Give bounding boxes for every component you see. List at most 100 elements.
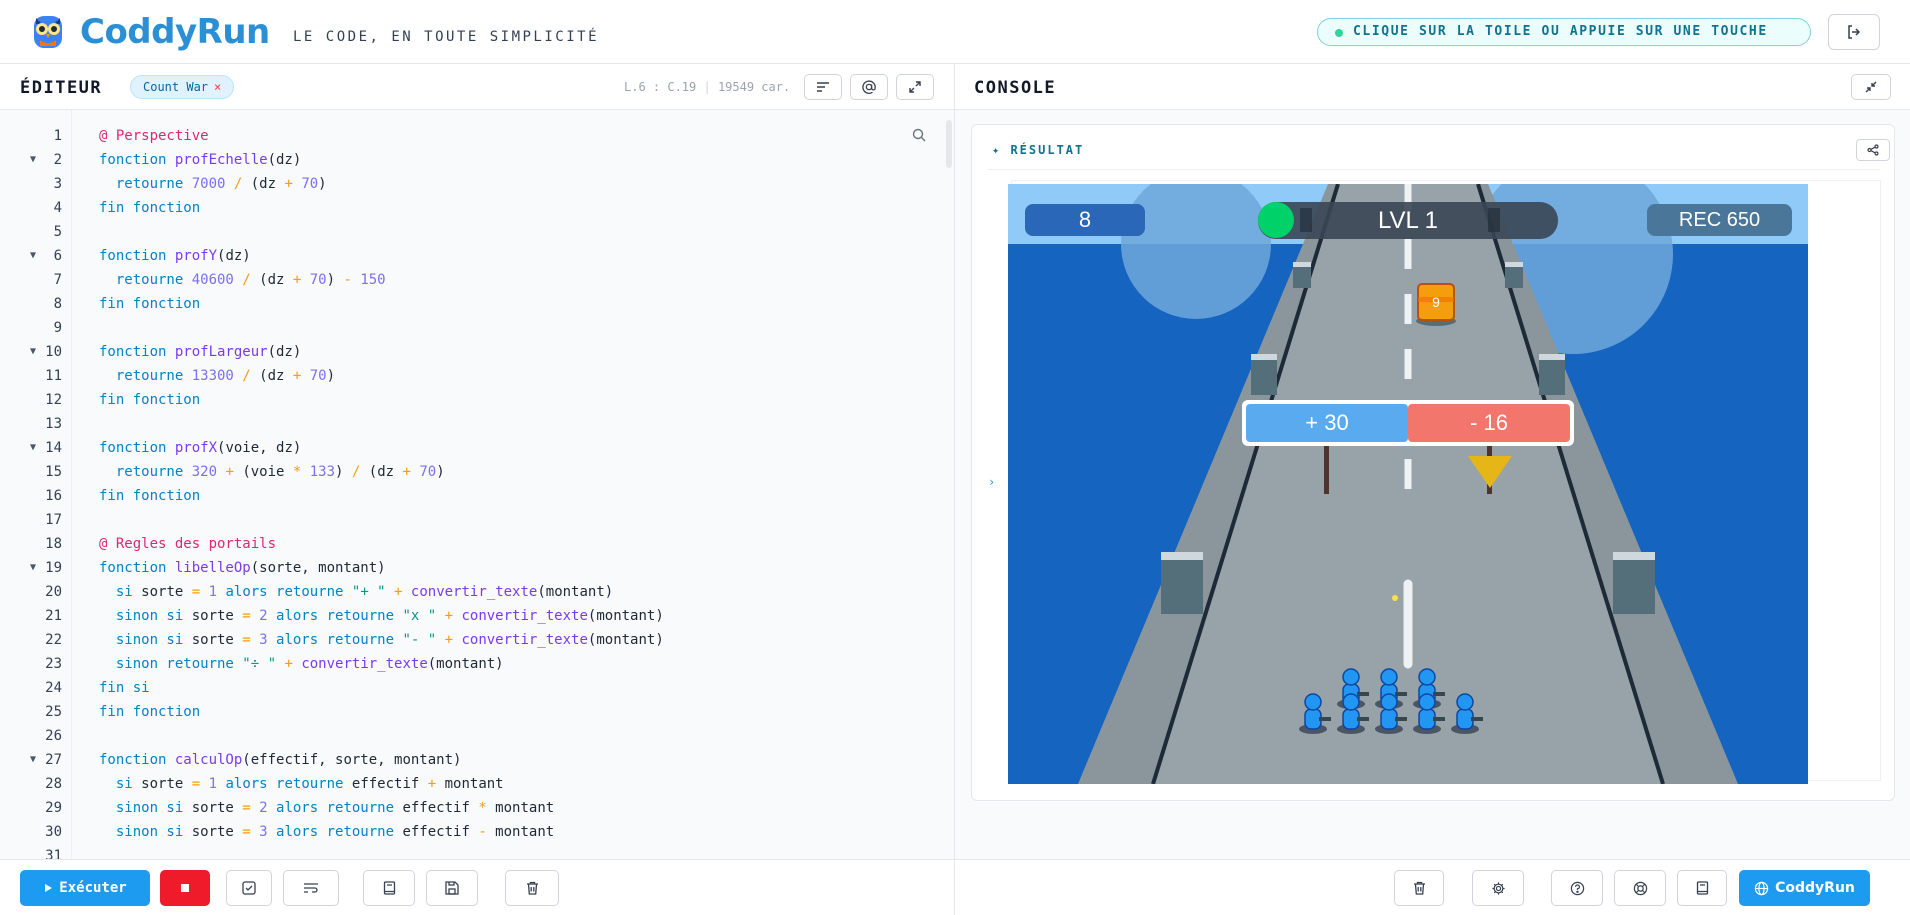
code-line[interactable]: fin fonction <box>99 388 200 412</box>
line-number: 12 <box>45 392 62 408</box>
code-line[interactable]: fonction profLargeur(dz) <box>99 340 301 364</box>
fold-toggle-icon[interactable]: ▼ <box>30 148 36 172</box>
line-number: 21 <box>45 608 62 624</box>
code-token: 7000 <box>191 176 226 192</box>
code-token: alors retourne <box>267 632 403 648</box>
code-line[interactable]: retourne 13300 / (dz + 70) <box>99 364 335 388</box>
logout-button[interactable] <box>1828 14 1880 50</box>
logout-icon <box>1848 25 1861 39</box>
code-line[interactable]: fin fonction <box>99 700 200 724</box>
result-label: ✦ RÉSULTAT <box>992 143 1085 157</box>
clear-console-button[interactable] <box>1394 870 1444 906</box>
code-token: ) <box>335 464 352 480</box>
code-token: retourne <box>115 272 192 288</box>
docs-button[interactable] <box>363 870 415 906</box>
code-token: 1 <box>208 776 218 792</box>
line-number: 3 <box>53 176 62 192</box>
file-tab[interactable]: Count War × <box>130 75 235 99</box>
code-line[interactable]: fin fonction <box>99 196 200 220</box>
code-token: "x " <box>402 608 437 624</box>
code-token: sinon si <box>115 608 192 624</box>
wrap-button[interactable] <box>283 870 339 906</box>
fold-toggle-icon[interactable]: ▼ <box>30 556 36 580</box>
app-header: CoddyRun LE CODE, EN TOUTE SIMPLICITÉ CL… <box>0 0 1910 64</box>
code-token: (dz) <box>217 248 251 264</box>
save-button[interactable] <box>426 870 478 906</box>
code-token: fonction <box>99 344 175 360</box>
editor-scrollbar[interactable] <box>946 120 952 168</box>
code-line[interactable]: sinon si sorte = 3 alors retourne "- " +… <box>99 628 664 652</box>
book-icon <box>383 881 395 895</box>
code-line[interactable]: fin si <box>99 676 150 700</box>
gate-plus-label: + 30 <box>1305 410 1349 435</box>
code-line[interactable]: sinon retourne "÷ " + convertir_texte(mo… <box>99 652 504 676</box>
code-token: + <box>217 464 243 480</box>
code-line[interactable]: fonction profEchelle(dz) <box>99 148 301 172</box>
line-number: 23 <box>45 656 62 672</box>
stop-button[interactable] <box>160 870 210 906</box>
fold-toggle-icon[interactable]: ▼ <box>30 244 36 268</box>
code-line[interactable]: si sorte = 1 alors retourne "+ " + conve… <box>99 580 613 604</box>
run-button[interactable]: Exécuter <box>20 870 150 906</box>
search-icon[interactable] <box>912 128 926 142</box>
code-line[interactable]: retourne 7000 / (dz + 70) <box>99 172 327 196</box>
share-button[interactable] <box>1856 139 1890 161</box>
code-token: retourne <box>115 176 192 192</box>
check-button[interactable] <box>226 870 272 906</box>
code-token: convertir_texte <box>461 632 588 648</box>
code-line[interactable]: fonction libelleOp(sorte, montant) <box>99 556 386 580</box>
close-icon[interactable]: × <box>214 80 221 94</box>
code-line[interactable]: sinon si sorte = 3 alors retourne effect… <box>99 820 554 844</box>
code-line[interactable]: fin fonction <box>99 484 200 508</box>
save-icon <box>445 881 459 895</box>
expand-console-button[interactable] <box>1851 74 1891 100</box>
code-line[interactable]: fonction profX(voie, dz) <box>99 436 301 460</box>
delete-button[interactable] <box>505 870 559 906</box>
score-counter: 8 <box>1078 207 1092 232</box>
code-token: = <box>242 608 260 624</box>
code-token: fin fonction <box>99 200 201 216</box>
lifebuoy-icon <box>1633 881 1647 895</box>
code-token: profY <box>174 248 218 264</box>
tagline: LE CODE, EN TOUTE SIMPLICITÉ <box>293 29 600 45</box>
code-token: 133 <box>309 464 336 480</box>
code-token: / <box>233 272 260 288</box>
settings-button[interactable] <box>1472 870 1524 906</box>
code-token: alors retourne <box>217 584 352 600</box>
code-line[interactable]: retourne 320 + (voie * 133) / (dz + 70) <box>99 460 445 484</box>
char-count: 19549 car. <box>717 80 791 94</box>
code-line[interactable]: @ Perspective <box>99 124 209 148</box>
format-button[interactable] <box>804 74 842 100</box>
code-token: = <box>242 800 260 816</box>
game-canvas[interactable]: 8 LVL 1 REC 650 + 30 - 16 9 <box>1008 184 1808 784</box>
code-token: fin si <box>99 680 150 696</box>
code-token: fin fonction <box>99 296 201 312</box>
coddyrun-site-button[interactable]: CoddyRun <box>1739 870 1870 906</box>
chevron-right-icon[interactable]: › <box>988 475 995 489</box>
editor-header: ÉDITEUR Count War × L.6 : C.19 | 19549 ca… <box>0 64 954 110</box>
code-line[interactable]: sinon si sorte = 2 alors retourne effect… <box>99 796 554 820</box>
code-line[interactable]: fin fonction <box>99 292 200 316</box>
code-line[interactable]: fonction calculOp(effectif, sorte, monta… <box>99 748 461 772</box>
mention-button[interactable] <box>850 74 888 100</box>
code-line[interactable]: fonction profY(dz) <box>99 244 251 268</box>
expand-editor-button[interactable] <box>896 74 934 100</box>
code-token: + <box>284 176 302 192</box>
console-toolbar: CoddyRun <box>955 859 1910 915</box>
guide-button[interactable] <box>1677 870 1727 906</box>
fold-toggle-icon[interactable]: ▼ <box>30 436 36 460</box>
check-square-icon <box>242 881 256 895</box>
help-button[interactable] <box>1551 870 1603 906</box>
code-line[interactable]: sinon si sorte = 2 alors retourne "x " +… <box>99 604 664 628</box>
fold-toggle-icon[interactable]: ▼ <box>30 748 36 772</box>
code-line[interactable]: si sorte = 1 alors retourne effectif + m… <box>99 772 504 796</box>
fold-toggle-icon[interactable]: ▼ <box>30 340 36 364</box>
code-editor[interactable]: 1 2 ▼ 3 4 5 6 ▼ 7 8 9 10 ▼ 11 12 13 14 ▼ 15 16 17 18 19 ▼ 20 21 22… <box>0 110 954 859</box>
code-line[interactable]: retourne 40600 / (dz + 70) - 150 <box>99 268 386 292</box>
code-line[interactable]: @ Regles des portails <box>99 532 276 556</box>
support-button[interactable] <box>1614 870 1666 906</box>
code-token: 70 <box>419 464 437 480</box>
help-circle-icon <box>1570 881 1584 895</box>
